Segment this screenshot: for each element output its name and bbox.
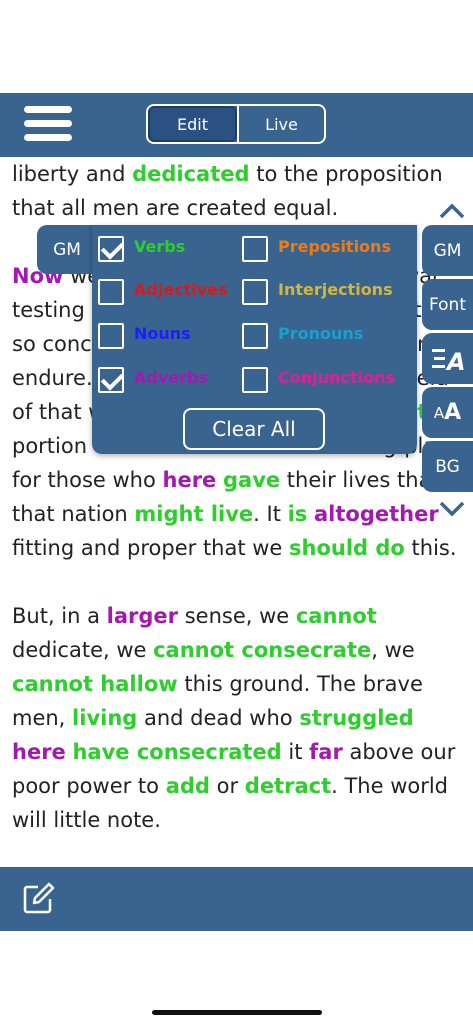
background-tab[interactable]: BG <box>422 441 473 492</box>
plain-text <box>307 502 314 526</box>
label-prepositions[interactable]: Prepositions <box>278 237 391 256</box>
plain-text: fitting and proper that we <box>12 536 290 560</box>
chevron-up-icon[interactable] <box>439 202 465 220</box>
top-toolbar: Edit Live <box>0 93 473 157</box>
plain-text: or <box>209 774 245 798</box>
gm-tab-left[interactable]: GM <box>37 225 97 274</box>
plain-text: . It <box>253 502 288 526</box>
grammar-filter-panel: Verbs Prepositions Adjectives Interjections… <box>92 225 417 454</box>
adverb-word: altogether <box>314 502 439 526</box>
adverb-word: larger <box>106 604 179 628</box>
checkbox-prepositions[interactable] <box>242 236 268 262</box>
small-a-glyph: A <box>433 403 445 422</box>
gm-tab-right[interactable]: GM <box>422 225 473 276</box>
checkbox-adverbs[interactable] <box>98 367 124 393</box>
svg-text:A: A <box>445 348 466 374</box>
verb-word: add <box>165 774 210 798</box>
large-a-glyph: A <box>444 400 462 425</box>
verb-word: cannot hallow <box>12 672 178 696</box>
plain-text: , we <box>371 638 415 662</box>
checkbox-adjectives[interactable] <box>98 279 124 305</box>
adverb-word: here <box>162 468 217 492</box>
checkbox-interjections[interactable] <box>242 279 268 305</box>
label-adverbs[interactable]: Adverbs <box>134 368 208 387</box>
verb-word: dedicated <box>132 162 250 186</box>
text-size-icon[interactable]: AA <box>422 387 473 438</box>
plain-text: this. <box>404 536 457 560</box>
adverb-word: here <box>12 740 66 764</box>
bottom-toolbar <box>0 867 473 931</box>
label-conjunctions[interactable]: Conjunctions <box>278 368 395 387</box>
home-indicator <box>152 1010 322 1015</box>
text-align-icon[interactable]: A <box>422 333 473 384</box>
menu-icon[interactable] <box>24 106 72 144</box>
clear-all-button[interactable]: Clear All <box>183 408 325 450</box>
plain-text: it <box>281 740 310 764</box>
label-pronouns[interactable]: Pronouns <box>278 324 363 343</box>
verb-word: struggled <box>299 706 414 730</box>
verb-word: cannot <box>295 604 377 628</box>
verb-word: is <box>287 502 308 526</box>
font-tab[interactable]: Font <box>422 279 473 330</box>
verb-word: have consecrated <box>72 740 282 764</box>
plain-text: dedicate, we <box>12 638 154 662</box>
checkbox-nouns[interactable] <box>98 323 124 349</box>
label-adjectives[interactable]: Adjectives <box>134 280 228 299</box>
mode-segmented-control: Edit Live <box>146 104 326 144</box>
label-nouns[interactable]: Nouns <box>134 324 191 343</box>
edit-mode-button[interactable]: Edit <box>148 106 237 142</box>
verb-word: gave <box>222 468 281 492</box>
checkbox-conjunctions[interactable] <box>242 367 268 393</box>
checkbox-verbs[interactable] <box>98 236 124 262</box>
label-interjections[interactable]: Interjections <box>278 280 393 299</box>
verb-word: cannot consecrate <box>153 638 372 662</box>
plain-text: sense, we <box>178 604 296 628</box>
plain-text <box>216 468 223 492</box>
verb-word: should do <box>289 536 405 560</box>
verb-word: living <box>72 706 138 730</box>
plain-text: and dead who <box>137 706 300 730</box>
align-glyph: A <box>431 348 466 374</box>
paragraph-3: But, in a larger sense, we cannot dedica… <box>12 599 467 837</box>
edit-icon[interactable] <box>22 881 56 915</box>
live-mode-button[interactable]: Live <box>237 106 324 142</box>
checkbox-pronouns[interactable] <box>242 323 268 349</box>
verb-word: might live <box>134 502 254 526</box>
verb-word: detract <box>244 774 332 798</box>
paragraph-1: continent a new nation, conceived in lib… <box>12 157 467 225</box>
chevron-down-icon[interactable] <box>439 500 465 518</box>
label-verbs[interactable]: Verbs <box>134 237 185 256</box>
adverb-word: far <box>309 740 343 764</box>
plain-text: But, in a <box>12 604 107 628</box>
